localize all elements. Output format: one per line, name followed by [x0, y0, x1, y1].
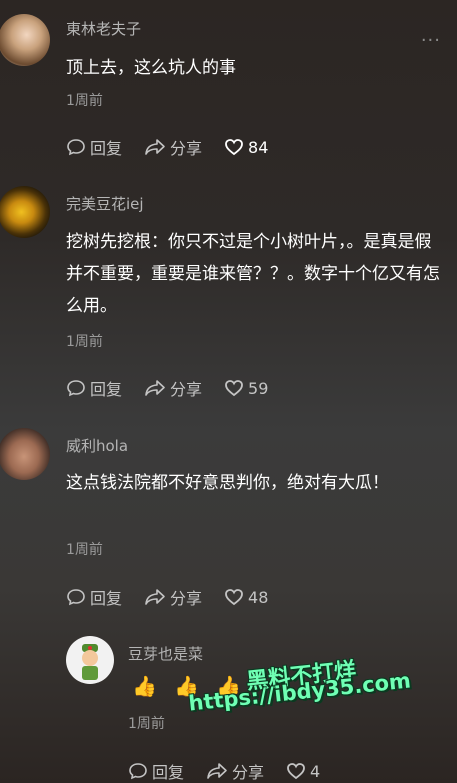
share-label: 分享 [170, 589, 203, 608]
comment-actions: 回复 分享 48 [66, 585, 290, 609]
reply-button[interactable]: 回复 [66, 376, 122, 400]
comment-time: 1周前 [66, 334, 103, 350]
share-icon [207, 763, 227, 779]
comment-text: 顶上去，这么坑人的事 [66, 58, 236, 78]
like-button[interactable]: 4 [286, 761, 320, 781]
share-button[interactable]: 分享 [144, 585, 202, 609]
like-button[interactable]: 48 [224, 587, 268, 607]
like-count: 48 [248, 587, 269, 607]
heart-icon [225, 139, 243, 156]
share-button[interactable]: 分享 [144, 376, 202, 400]
like-button[interactable]: 84 [224, 137, 268, 157]
reply-button[interactable]: 回复 [66, 585, 122, 609]
reply-label: 回复 [90, 589, 123, 608]
reply-icon [67, 589, 85, 606]
comment-username[interactable]: 完美豆花iej [66, 193, 144, 214]
comment-text: 这点钱法院都不好意思判你，绝对有大瓜！ [66, 473, 389, 493]
reply-icon [67, 139, 85, 156]
share-label: 分享 [170, 139, 203, 158]
share-icon [145, 380, 165, 396]
heart-icon [287, 763, 305, 780]
reply-label: 回复 [152, 763, 185, 782]
reply-label: 回复 [90, 380, 123, 399]
share-label: 分享 [232, 763, 265, 782]
reply-button[interactable]: 回复 [66, 135, 122, 159]
heart-icon [225, 589, 243, 606]
comment-text: 挖树先挖根：你只不过是个小树叶片，。是真是假并不重要，重要是谁来管？？。数字十个… [66, 232, 440, 316]
reply-label: 回复 [90, 139, 123, 158]
comment-actions: 回复 分享 84 [66, 135, 290, 159]
reply-button[interactable]: 回复 [128, 759, 184, 783]
comment-time: 1周前 [66, 542, 103, 558]
like-button[interactable]: 59 [224, 378, 268, 398]
avatar[interactable] [0, 14, 50, 66]
share-button[interactable]: 分享 [144, 135, 202, 159]
share-button[interactable]: 分享 [206, 759, 264, 783]
reply-actions: 回复 分享 4 [128, 759, 342, 783]
comment-actions: 回复 分享 59 [66, 376, 290, 400]
share-label: 分享 [170, 380, 203, 399]
more-options-icon[interactable]: ··· [421, 30, 441, 51]
reply-icon [67, 380, 85, 397]
avatar[interactable] [0, 428, 50, 480]
comment-username[interactable]: 東林老夫子 [66, 18, 141, 39]
share-icon [145, 139, 165, 155]
thumbs-up-icon: 👍 [132, 674, 157, 698]
comment-time: 1周前 [66, 93, 103, 109]
comment-username[interactable]: 威利hola [66, 435, 128, 456]
like-count: 59 [248, 378, 269, 398]
heart-icon [225, 380, 243, 397]
like-count: 4 [310, 761, 321, 781]
reply-username[interactable]: 豆芽也是菜 [128, 643, 203, 664]
avatar[interactable] [0, 186, 50, 238]
like-count: 84 [248, 137, 269, 157]
reply-icon [129, 763, 147, 780]
cartoon-soldier-avatar [82, 644, 98, 680]
share-icon [145, 589, 165, 605]
avatar[interactable] [66, 636, 114, 684]
reply-time: 1周前 [128, 716, 165, 732]
